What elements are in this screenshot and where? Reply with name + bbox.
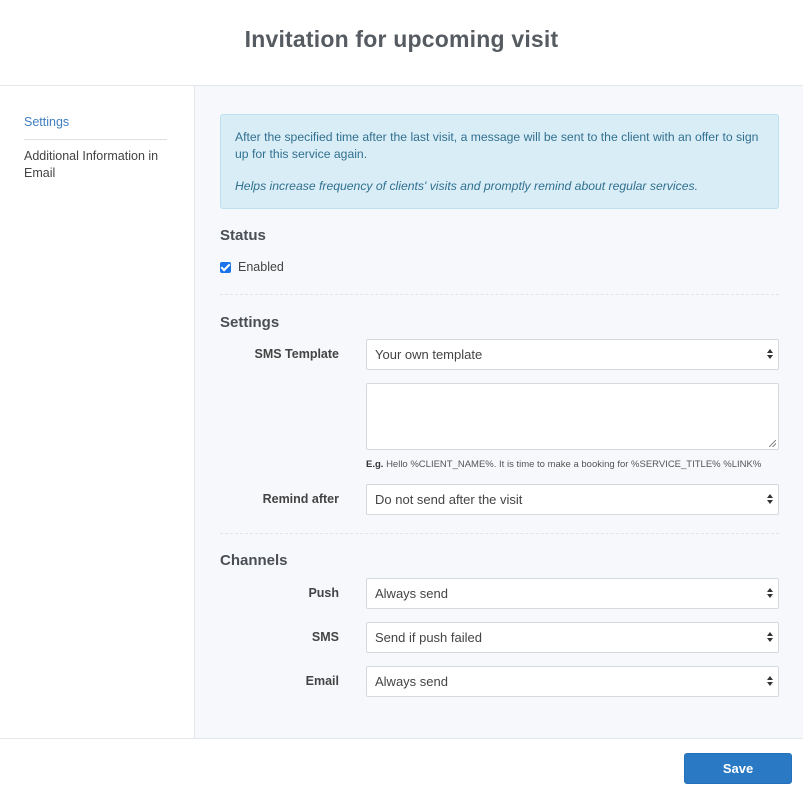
hint-prefix: E.g.	[366, 459, 384, 470]
sms-template-label: SMS Template	[254, 347, 339, 361]
divider	[220, 294, 779, 295]
sms-label: SMS	[311, 630, 339, 644]
page-header: Invitation for upcoming visit	[0, 0, 803, 86]
sidebar: Settings Additional Information in Email	[0, 86, 195, 738]
save-button[interactable]: Save	[684, 753, 792, 784]
info-note: Helps increase frequency of clients' vis…	[235, 179, 698, 193]
channels-section-title: Channels	[220, 552, 288, 569]
info-alert: After the specified time after the last …	[220, 114, 779, 209]
footer: Save	[0, 738, 803, 795]
divider	[220, 533, 779, 534]
push-label: Push	[308, 586, 339, 600]
sms-template-textarea[interactable]	[366, 383, 779, 450]
hint-text: Hello %CLIENT_NAME%. It is time to make …	[386, 459, 762, 470]
select-updown-icon	[767, 588, 773, 600]
select-updown-icon	[767, 676, 773, 688]
info-text: After the specified time after the last …	[235, 130, 759, 161]
status-section-title: Status	[220, 227, 266, 244]
email-select[interactable]: Always send	[366, 666, 779, 697]
enabled-label[interactable]: Enabled	[238, 260, 284, 274]
checkbox-checked-icon[interactable]	[220, 261, 231, 273]
resize-grip-icon[interactable]	[769, 440, 776, 447]
page-title: Invitation for upcoming visit	[244, 26, 559, 52]
remind-after-select[interactable]: Do not send after the visit	[366, 484, 779, 515]
email-label: Email	[305, 674, 339, 688]
push-select[interactable]: Always send	[366, 578, 779, 609]
select-updown-icon	[767, 349, 773, 361]
remind-after-value: Do not send after the visit	[375, 492, 523, 507]
main-content: After the specified time after the last …	[195, 86, 803, 738]
push-value: Always send	[375, 586, 448, 601]
sidebar-item-settings[interactable]: Settings	[24, 114, 167, 140]
select-updown-icon	[767, 494, 773, 506]
enabled-checkbox-row[interactable]: Enabled	[220, 260, 284, 274]
remind-after-label: Remind after	[262, 492, 339, 506]
sms-template-select[interactable]: Your own template	[366, 339, 779, 370]
template-hint: E.g. Hello %CLIENT_NAME%. It is time to …	[366, 459, 761, 470]
sms-value: Send if push failed	[375, 630, 482, 645]
select-updown-icon	[767, 632, 773, 644]
settings-section-title: Settings	[220, 314, 280, 331]
sms-select[interactable]: Send if push failed	[366, 622, 779, 653]
sidebar-item-additional-info[interactable]: Additional Information in Email	[24, 148, 167, 182]
email-value: Always send	[375, 674, 448, 689]
sms-template-value: Your own template	[375, 347, 483, 362]
